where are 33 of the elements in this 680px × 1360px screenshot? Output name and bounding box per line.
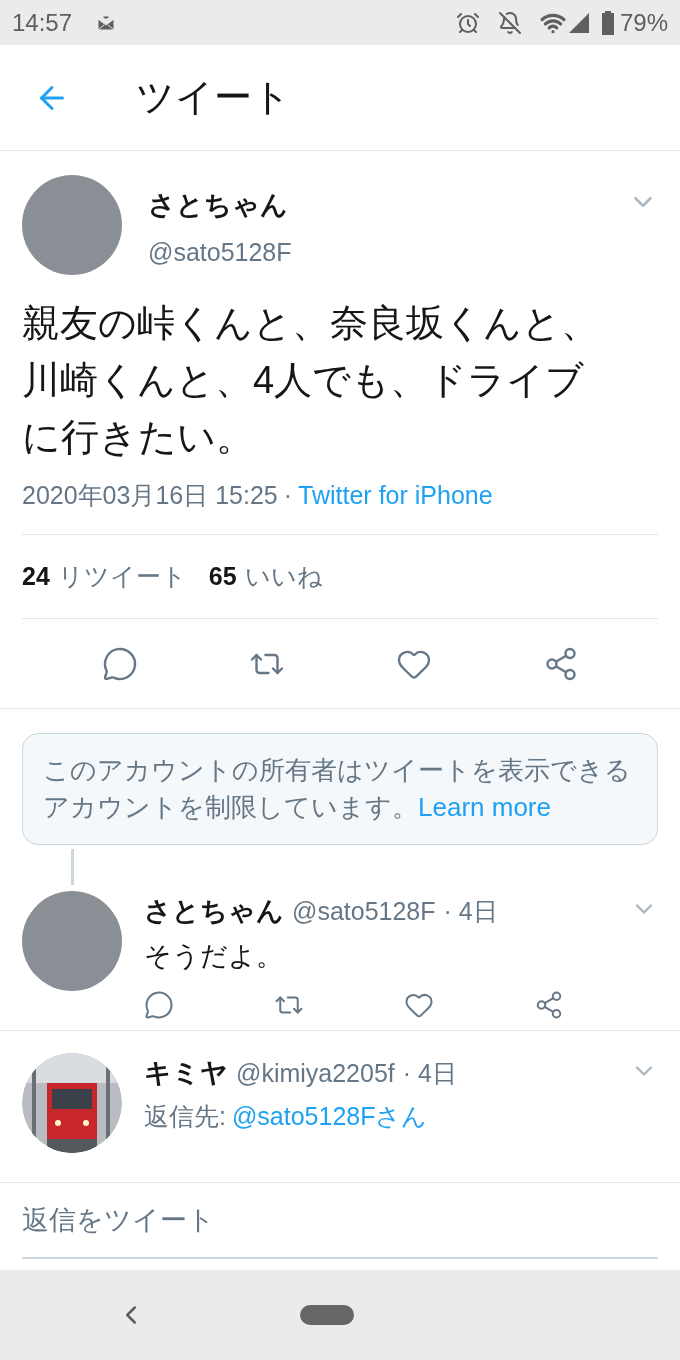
alarm-icon — [455, 10, 480, 35]
reply-text: そうだよ。 — [144, 939, 284, 973]
reply-icon[interactable] — [144, 990, 174, 1020]
signal-icon — [567, 11, 590, 34]
mention-link[interactable]: @sato5128Fさん — [231, 1097, 428, 1135]
reply-icon[interactable] — [101, 645, 138, 682]
separator: · — [283, 480, 293, 512]
share-icon[interactable] — [534, 990, 564, 1020]
user-handle: @sato5128F — [148, 236, 293, 268]
status-time: 14:57 — [12, 7, 73, 38]
retweet-count: 24 — [22, 560, 50, 592]
bell-off-icon — [497, 10, 522, 35]
user-name: さとちゃん — [148, 189, 289, 222]
like-label: いいね — [244, 560, 323, 592]
reply-time: · 4日 — [443, 896, 498, 927]
notice-card: このアカウントの所有者はツイートを表示できるアカウントを制限しています。Learn more — [22, 733, 658, 845]
user-name: さとちゃん — [144, 895, 284, 928]
tweet-text: 親友の峠くんと、奈良坂くんと、川崎くんと、4人でも、ドライブに行きたい。 — [22, 301, 600, 460]
source-link[interactable]: Twitter for iPhone — [298, 477, 493, 515]
user-handle: @sato5128F — [292, 896, 436, 927]
page-title: ツイート — [136, 75, 291, 120]
user-name: キミヤ — [144, 1057, 228, 1090]
learn-more-link[interactable]: Learn more — [418, 792, 551, 822]
user-handle: @kimiya2205f — [236, 1058, 395, 1089]
reply-input[interactable]: 返信をツイート — [22, 1183, 658, 1259]
reply-time: · 4日 — [402, 1058, 457, 1089]
like-count: 65 — [208, 560, 237, 592]
retweet-label: リツイート — [57, 560, 187, 592]
battery-level: 79% — [619, 7, 668, 38]
reply-to-label: 返信先: — [144, 1100, 226, 1132]
battery-icon — [601, 10, 614, 35]
tweet-date: 2020年03月16日 15:25 — [22, 480, 278, 512]
home-pill[interactable] — [300, 1305, 354, 1325]
